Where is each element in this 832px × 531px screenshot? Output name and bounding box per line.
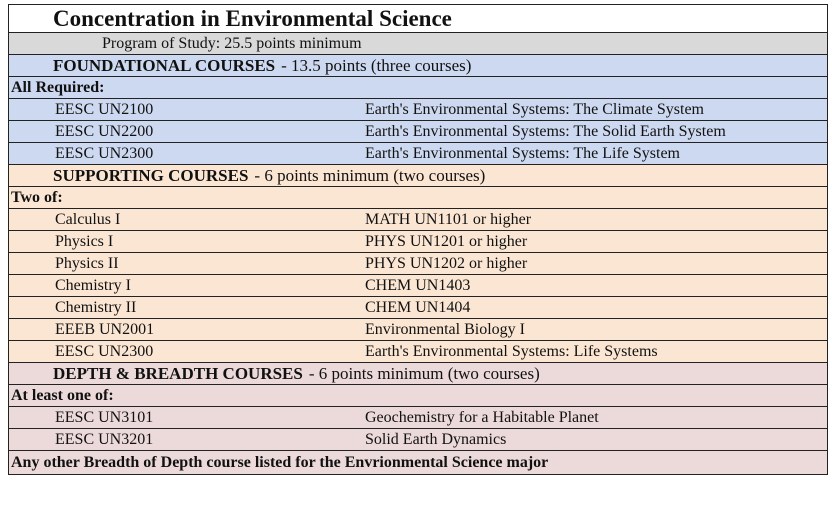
program-summary: Program of Study: 25.5 points minimum	[9, 33, 827, 55]
course-code: EEEB UN2001	[55, 320, 155, 338]
course-description: PHYS UN1202 or higher	[365, 254, 528, 272]
course-description: CHEM UN1404	[365, 298, 471, 316]
table-row: EESC UN2200 Earth's Environmental System…	[9, 121, 827, 143]
foundational-section-header: FOUNDATIONAL COURSES - 13.5 points (three…	[9, 55, 827, 77]
table-row: EESC UN3201 Solid Earth Dynamics	[9, 429, 827, 451]
table-row: EESC UN2300 Earth's Environmental System…	[9, 143, 827, 165]
course-code: Calculus I	[55, 210, 121, 228]
depth-heading: DEPTH & BREADTH COURSES	[53, 363, 303, 383]
page-title: Concentration in Environmental Science	[9, 5, 827, 33]
supporting-subheading: Two of:	[9, 187, 827, 209]
course-description: Earth's Environmental Systems: The Clima…	[365, 100, 704, 118]
supporting-heading: SUPPORTING COURSES	[53, 165, 249, 185]
course-description: MATH UN1101 or higher	[365, 210, 532, 228]
course-code: Chemistry II	[55, 298, 137, 316]
course-code: EESC UN2100	[55, 100, 154, 118]
supporting-detail: - 6 points minimum (two courses)	[254, 165, 486, 185]
table-row: Physics II PHYS UN1202 or higher	[9, 253, 827, 275]
table-row: EEEB UN2001 Environmental Biology I	[9, 319, 827, 341]
course-code: Chemistry I	[55, 276, 131, 294]
course-description: Earth's Environmental Systems: The Life …	[365, 144, 680, 162]
table-row: Chemistry I CHEM UN1403	[9, 275, 827, 297]
foundational-detail: - 13.5 points (three courses)	[281, 55, 472, 75]
foundational-heading: FOUNDATIONAL COURSES	[53, 55, 276, 75]
supporting-section-header: SUPPORTING COURSES - 6 points minimum (tw…	[9, 165, 827, 187]
course-description: Earth's Environmental Systems: The Solid…	[365, 122, 726, 140]
course-description: Geochemistry for a Habitable Planet	[365, 408, 599, 426]
depth-footer-note: Any other Breadth of Depth course listed…	[9, 451, 827, 474]
course-code: Physics II	[55, 254, 119, 272]
course-description: PHYS UN1201 or higher	[365, 232, 528, 250]
table-row: EESC UN3101 Geochemistry for a Habitable…	[9, 407, 827, 429]
depth-detail: - 6 points minimum (two courses)	[308, 363, 540, 383]
course-description: CHEM UN1403	[365, 276, 471, 294]
table-row: Physics I PHYS UN1201 or higher	[9, 231, 827, 253]
table-row: Chemistry II CHEM UN1404	[9, 297, 827, 319]
depth-subheading: At least one of:	[9, 385, 827, 407]
table-row: EESC UN2300 Earth's Environmental System…	[9, 341, 827, 363]
table-row: Calculus I MATH UN1101 or higher	[9, 209, 827, 231]
program-table: Concentration in Environmental Science P…	[8, 4, 828, 475]
depth-section-header: DEPTH & BREADTH COURSES - 6 points minimu…	[9, 363, 827, 385]
foundational-subheading: All Required:	[9, 77, 827, 99]
course-code: EESC UN2300	[55, 144, 154, 162]
course-description: Earth's Environmental Systems: Life Syst…	[365, 342, 658, 360]
course-code: EESC UN2300	[55, 342, 154, 360]
course-code: Physics I	[55, 232, 114, 250]
table-row: EESC UN2100 Earth's Environmental System…	[9, 99, 827, 121]
course-code: EESC UN3201	[55, 430, 154, 448]
course-code: EESC UN2200	[55, 122, 154, 140]
course-description: Environmental Biology I	[365, 320, 525, 338]
course-description: Solid Earth Dynamics	[365, 430, 507, 448]
course-code: EESC UN3101	[55, 408, 154, 426]
